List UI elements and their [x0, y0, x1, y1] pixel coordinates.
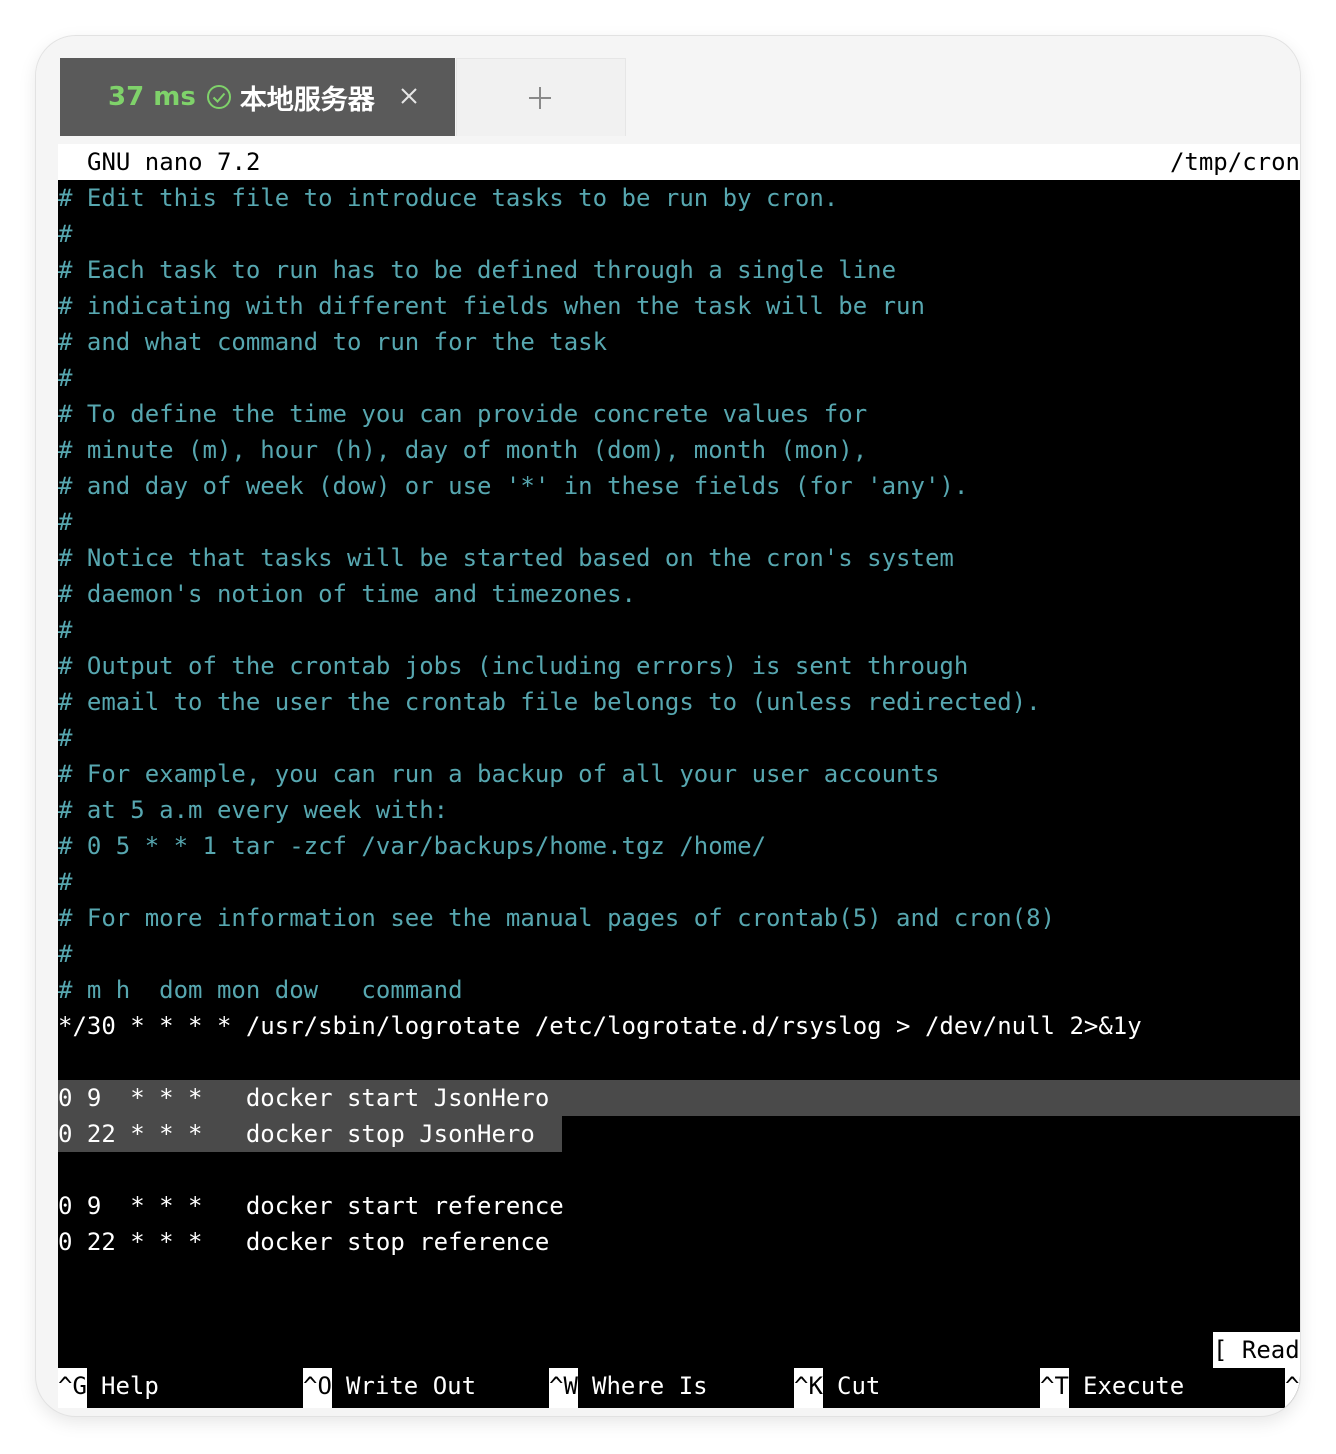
editor-line[interactable]: # and day of week (dow) or use '*' in th…	[58, 468, 1300, 504]
tab-title: 本地服务器	[239, 84, 375, 116]
nano-shortcut-bar: ^G Help ^O Write Out ^W Where Is ^K Cut ^T Execut…	[58, 1368, 1300, 1408]
shortcut-key: ^U	[794, 1404, 823, 1408]
editor-line[interactable]: # indicating with different fields when …	[58, 288, 1300, 324]
shortcut-key: ^K	[794, 1368, 823, 1404]
editor-line[interactable]: # For example, you can run a backup of a…	[58, 756, 1300, 792]
shortcut-item[interactable]: ^XExit	[58, 1404, 159, 1408]
check-circle-icon	[206, 85, 231, 109]
editor-line[interactable]: #	[58, 936, 1300, 972]
shortcut-label: Write Out	[346, 1372, 477, 1400]
nano-title-bar: GNU nano 7.2 /tmp/cron	[58, 144, 1300, 180]
shortcut-item[interactable]: ^	[1285, 1368, 1300, 1404]
terminal-window: 37 ms 本地服务器 GNU nano 7.2 /tmp/cron # Edi…	[36, 36, 1300, 1416]
shortcut-key: ^R	[303, 1404, 332, 1408]
shortcut-item[interactable]: ^W Where Is	[549, 1368, 708, 1404]
editor-line[interactable]: # daemon's notion of time and timezones.	[58, 576, 1300, 612]
tab-bar: 37 ms 本地服务器	[36, 36, 1300, 136]
shortcut-item[interactable]: ^T Execute	[1040, 1368, 1184, 1404]
nano-version: GNU nano 7.2	[87, 148, 261, 176]
shortcut-item[interactable]: ^O Write Out	[303, 1368, 476, 1404]
shortcut-item[interactable]: ^	[1285, 1404, 1300, 1408]
shortcut-item[interactable]: ^G Help	[58, 1368, 159, 1404]
editor-line[interactable]: 0 9 * * * docker start JsonHero	[58, 1080, 1300, 1116]
shortcut-key: ^T	[1040, 1368, 1069, 1404]
close-icon[interactable]	[398, 85, 420, 107]
editor-line[interactable]: # email to the user the crontab file bel…	[58, 684, 1300, 720]
editor-line[interactable]: # To define the time you can provide con…	[58, 396, 1300, 432]
editor-line[interactable]: # minute (m), hour (h), day of month (do…	[58, 432, 1300, 468]
editor-line[interactable]: # Output of the crontab jobs (including …	[58, 648, 1300, 684]
editor-line[interactable]: # For more information see the manual pa…	[58, 900, 1300, 936]
selected-text[interactable]: 0 22 * * * docker stop JsonHero	[58, 1116, 562, 1152]
shortcut-item[interactable]: ^K Cut	[794, 1368, 880, 1404]
terminal-area[interactable]: GNU nano 7.2 /tmp/cron # Edit this file …	[58, 144, 1300, 1408]
editor-line[interactable]: 0 22 * * * docker stop JsonHero	[58, 1116, 1300, 1152]
shortcut-key: ^O	[303, 1368, 332, 1404]
nano-status-message: [ Read	[1213, 1332, 1300, 1368]
editor-line[interactable]: #	[58, 504, 1300, 540]
shortcut-key: ^X	[58, 1404, 87, 1408]
tab-local-server[interactable]: 37 ms 本地服务器	[60, 58, 455, 136]
shortcut-item[interactable]: ^UPaste	[794, 1404, 909, 1408]
editor-line[interactable]: # Notice that tasks will be started base…	[58, 540, 1300, 576]
shortcut-key: ^	[1285, 1404, 1300, 1408]
editor-line[interactable]: # 0 5 * * 1 tar -zcf /var/backups/home.t…	[58, 828, 1300, 864]
editor-line[interactable]: #	[58, 612, 1300, 648]
shortcut-item[interactable]: ^JJustify	[1040, 1404, 1184, 1408]
shortcut-key: ^\	[549, 1404, 578, 1408]
editor-line[interactable]: # Each task to run has to be defined thr…	[58, 252, 1300, 288]
shortcut-key: ^J	[1040, 1404, 1069, 1408]
editor-buffer[interactable]: # Edit this file to introduce tasks to b…	[58, 180, 1300, 1260]
shortcut-key: ^W	[549, 1368, 578, 1404]
editor-line[interactable]: 0 9 * * * docker start reference	[58, 1188, 1300, 1224]
editor-line[interactable]: # at 5 a.m every week with:	[58, 792, 1300, 828]
plus-icon	[529, 87, 551, 109]
editor-line[interactable]: #	[58, 360, 1300, 396]
editor-line[interactable]: #	[58, 864, 1300, 900]
editor-line[interactable]	[58, 1152, 1300, 1188]
shortcut-key: ^	[1285, 1368, 1300, 1404]
shortcut-label: Cut	[837, 1372, 881, 1400]
new-tab-button[interactable]	[456, 58, 626, 136]
shortcut-key: ^G	[58, 1368, 87, 1404]
shortcut-label: Where Is	[592, 1372, 708, 1400]
editor-line[interactable]: 0 22 * * * docker stop reference	[58, 1224, 1300, 1260]
editor-line[interactable]: # m h dom mon dow command	[58, 972, 1300, 1008]
editor-line[interactable]: */30 * * * * /usr/sbin/logrotate /etc/lo…	[58, 1008, 1300, 1044]
shortcut-item[interactable]: ^\Replace	[549, 1404, 693, 1408]
editor-line[interactable]: # and what command to run for the task	[58, 324, 1300, 360]
editor-line[interactable]	[58, 1044, 1300, 1080]
nano-filename: /tmp/cron	[1169, 148, 1300, 176]
shortcut-label: Execute	[1083, 1372, 1185, 1400]
shortcut-item[interactable]: ^RRead File	[303, 1404, 476, 1408]
latency-label: 37 ms	[108, 82, 196, 112]
editor-line[interactable]: # Edit this file to introduce tasks to b…	[58, 180, 1300, 216]
shortcut-label: Help	[101, 1372, 159, 1400]
editor-line[interactable]: #	[58, 720, 1300, 756]
editor-line[interactable]: #	[58, 216, 1300, 252]
